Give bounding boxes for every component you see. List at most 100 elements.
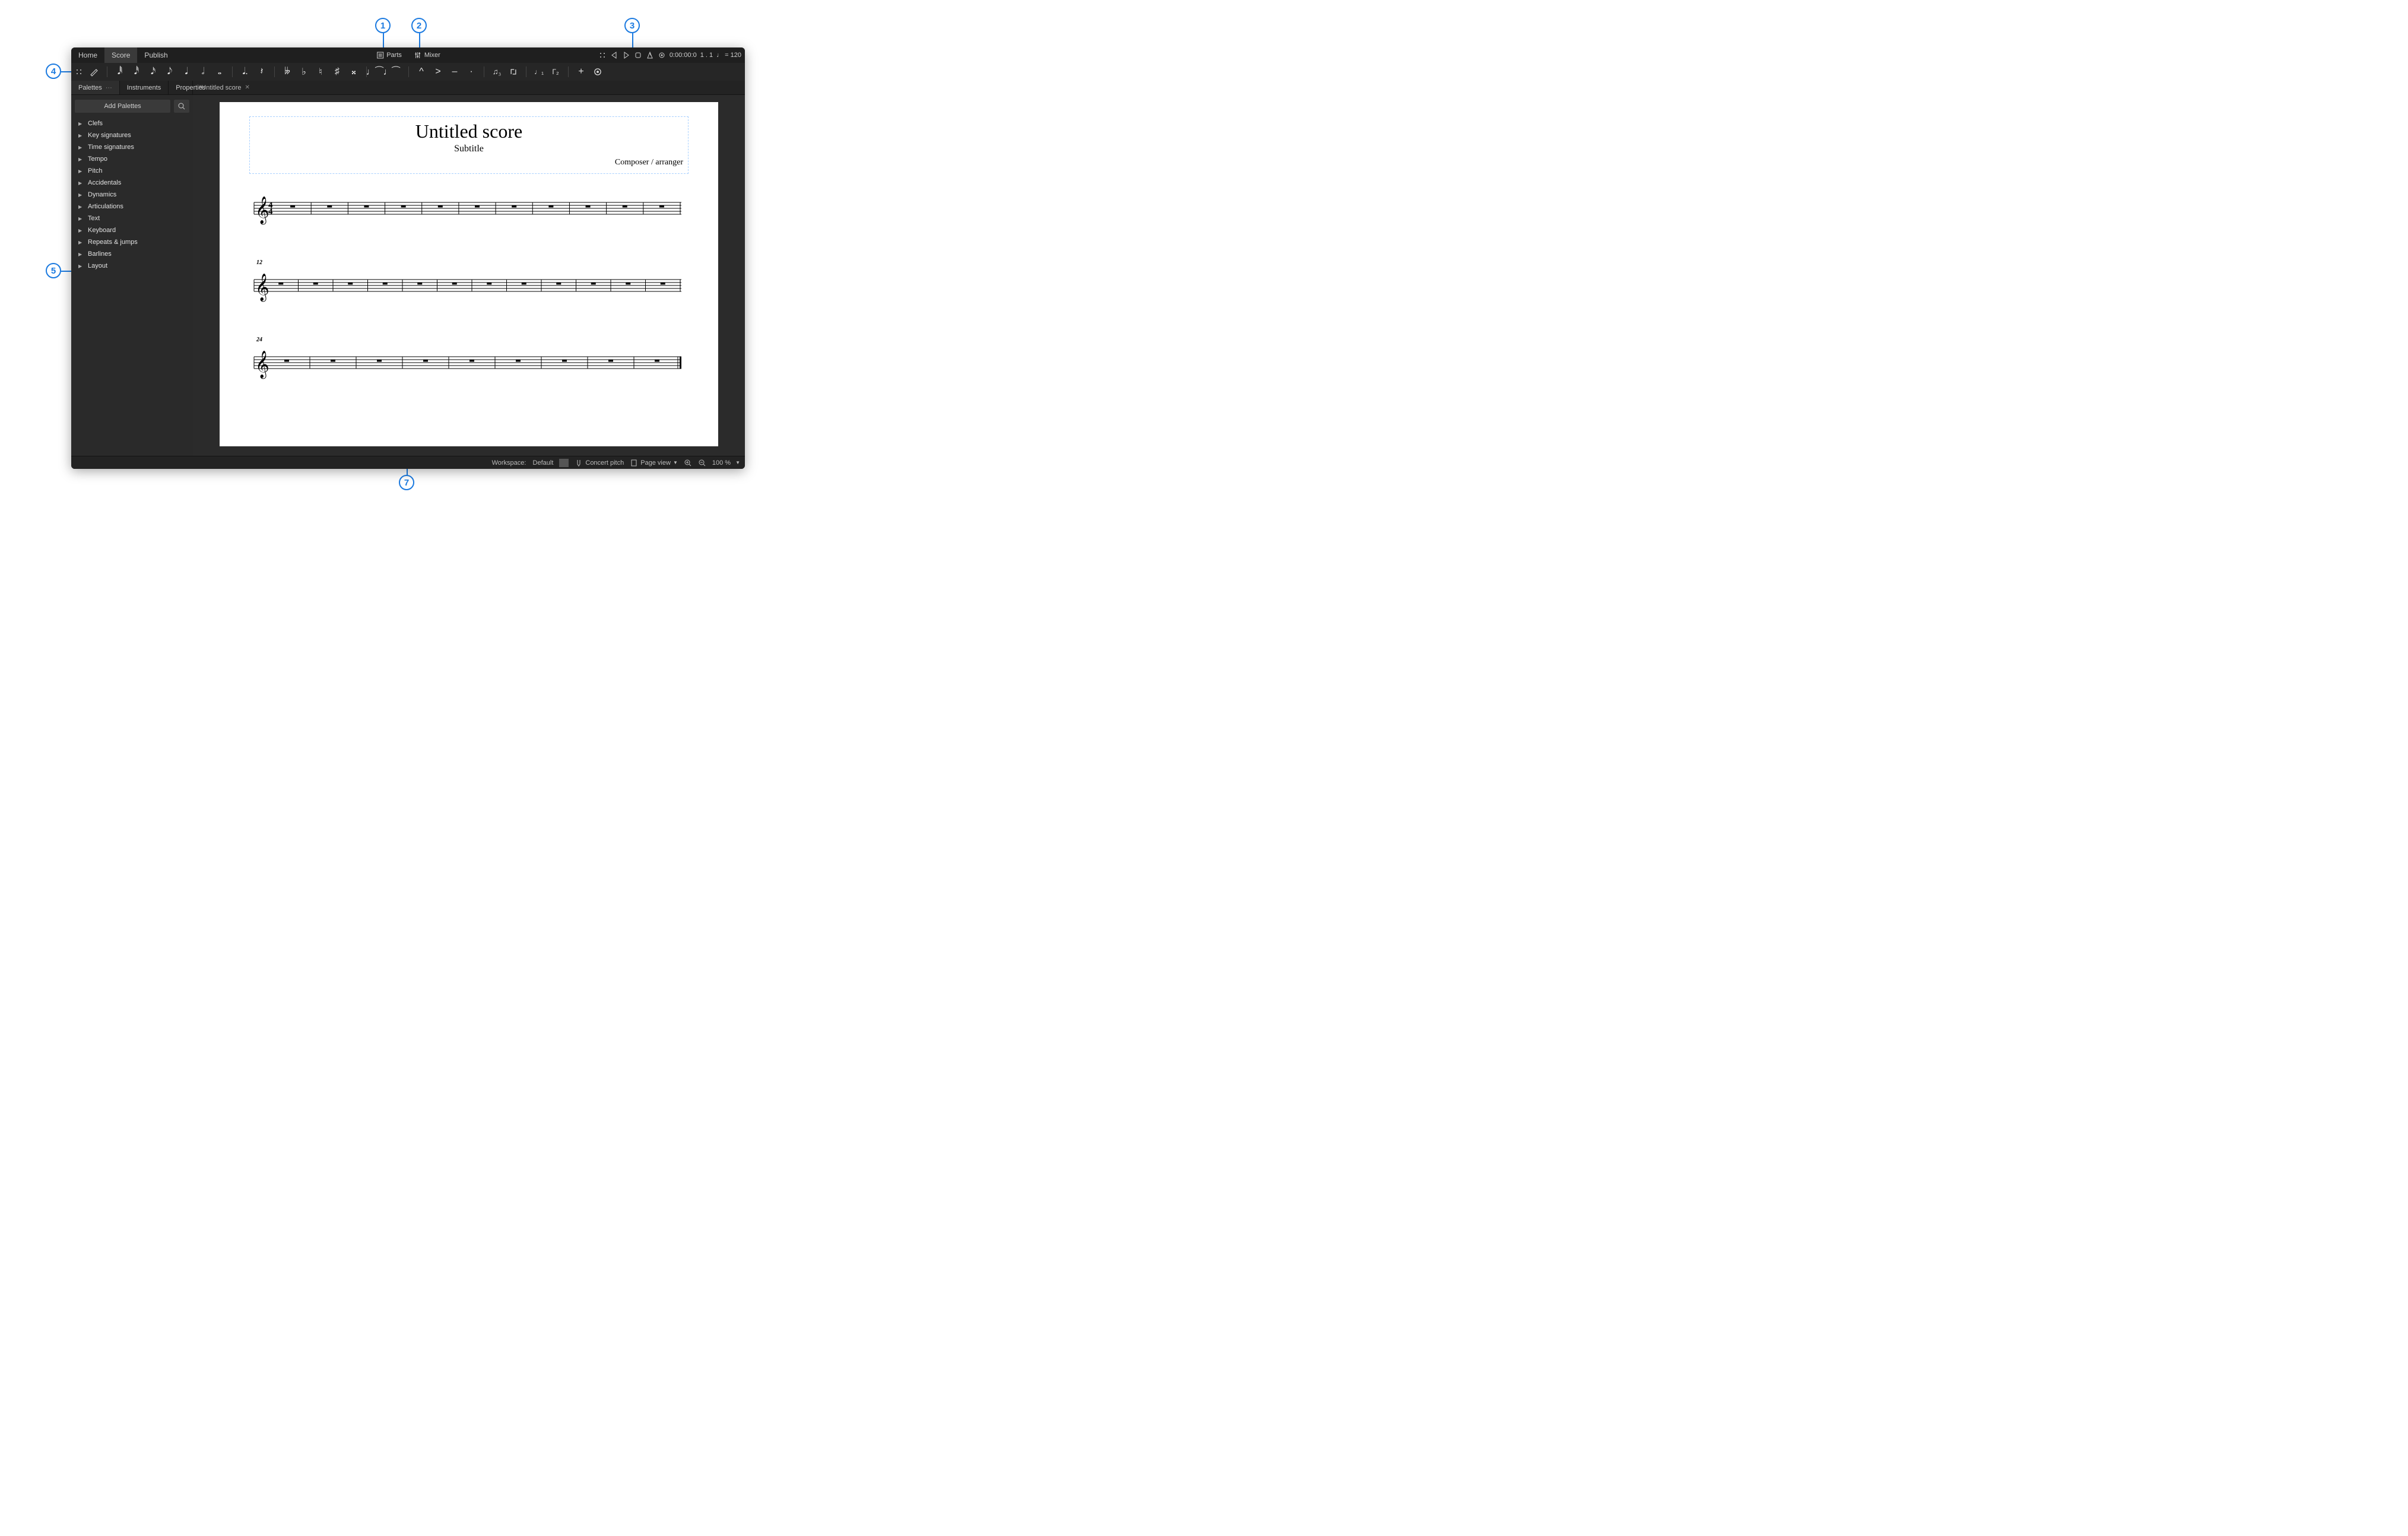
page-view-selector[interactable]: Page view ▼ bbox=[630, 459, 678, 467]
palette-item[interactable]: ▶Tempo bbox=[75, 153, 189, 165]
staff-system[interactable]: 12𝄞 bbox=[249, 268, 689, 303]
tenuto-icon[interactable]: – bbox=[449, 66, 460, 77]
palette-item-label: Key signatures bbox=[88, 132, 131, 139]
settings-icon[interactable] bbox=[658, 51, 666, 59]
chevron-right-icon: ▶ bbox=[78, 252, 83, 257]
palette-item[interactable]: ▶Repeats & jumps bbox=[75, 236, 189, 248]
palette-item[interactable]: ▶Layout bbox=[75, 260, 189, 272]
tab-score[interactable]: Score bbox=[104, 47, 137, 63]
callout-7: 7 bbox=[399, 475, 414, 490]
palette-item-label: Time signatures bbox=[88, 144, 134, 151]
palette-item[interactable]: ▶Keyboard bbox=[75, 224, 189, 236]
note-quarter-icon[interactable]: 𝅘𝅥 bbox=[181, 66, 192, 77]
chevron-right-icon: ▶ bbox=[78, 180, 83, 186]
gear-icon[interactable] bbox=[592, 66, 603, 77]
sharp-icon[interactable]: ♯ bbox=[332, 66, 342, 77]
note-8th-icon[interactable]: 𝅘𝅥𝅮 bbox=[164, 66, 175, 77]
note-32nd-icon[interactable]: 𝅘𝅥𝅰 bbox=[131, 66, 142, 77]
note-half-icon[interactable]: 𝅗𝅥 bbox=[198, 66, 208, 77]
app-window: Home Score Publish Parts Mixer bbox=[71, 47, 745, 469]
score-subtitle[interactable]: Subtitle bbox=[255, 144, 683, 154]
svg-text:𝄞: 𝄞 bbox=[255, 196, 269, 225]
concert-pitch-toggle[interactable]: Concert pitch bbox=[575, 459, 624, 467]
playback-toolbar: 0:00:00:0 1 . 1 ♩ = 120 bbox=[598, 47, 741, 63]
zoom-in-icon[interactable] bbox=[684, 459, 692, 467]
flat-icon[interactable]: ♭ bbox=[299, 66, 309, 77]
add-icon[interactable]: + bbox=[576, 66, 586, 77]
palette-item-label: Articulations bbox=[88, 203, 123, 210]
accent-icon[interactable]: > bbox=[433, 66, 443, 77]
metronome-icon[interactable] bbox=[646, 51, 654, 59]
palette-item[interactable]: ▶Time signatures bbox=[75, 141, 189, 153]
palette-item[interactable]: ▶Dynamics bbox=[75, 189, 189, 201]
palette-item[interactable]: ▶Articulations bbox=[75, 201, 189, 212]
play-icon[interactable] bbox=[622, 51, 630, 59]
mixer-label: Mixer bbox=[424, 52, 440, 59]
flip-icon[interactable] bbox=[508, 66, 519, 77]
document-tab-label: *Untitled score bbox=[199, 84, 242, 91]
palette-item-label: Keyboard bbox=[88, 227, 116, 234]
palette-item-label: Pitch bbox=[88, 167, 102, 174]
tie-icon[interactable]: ♩⁀♩ bbox=[374, 66, 385, 77]
panel-tab-palettes[interactable]: Palettes··· bbox=[71, 81, 120, 94]
loop-icon[interactable] bbox=[634, 51, 642, 59]
color-swatch[interactable] bbox=[559, 459, 569, 467]
tuning-fork-icon bbox=[575, 459, 583, 467]
palette-item-label: Repeats & jumps bbox=[88, 239, 138, 246]
score-title[interactable]: Untitled score bbox=[255, 120, 683, 142]
callout-2: 2 bbox=[411, 18, 427, 33]
double-sharp-icon[interactable]: 𝄪 bbox=[348, 66, 359, 77]
marcato-icon[interactable]: ^ bbox=[416, 66, 427, 77]
search-button[interactable] bbox=[174, 100, 189, 113]
score-composer[interactable]: Composer / arranger bbox=[255, 158, 683, 167]
note-16th-icon[interactable]: 𝅘𝅥𝅯 bbox=[148, 66, 158, 77]
grip-icon[interactable] bbox=[598, 51, 607, 59]
palette-item[interactable]: ▶Key signatures bbox=[75, 129, 189, 141]
natural-icon[interactable]: ♮ bbox=[315, 66, 326, 77]
palette-item[interactable]: ▶Clefs bbox=[75, 118, 189, 129]
chevron-right-icon: ▶ bbox=[78, 216, 83, 221]
palette-item[interactable]: ▶Pitch bbox=[75, 165, 189, 177]
title-frame[interactable]: Untitled score Subtitle Composer / arran… bbox=[249, 116, 689, 174]
score-canvas[interactable]: Untitled score Subtitle Composer / arran… bbox=[193, 95, 745, 456]
parts-button[interactable]: Parts bbox=[371, 49, 407, 61]
tab-publish[interactable]: Publish bbox=[137, 47, 175, 63]
staccato-icon[interactable]: · bbox=[466, 66, 477, 77]
note-64th-icon[interactable]: 𝅘𝅥𝅱 bbox=[115, 66, 125, 77]
chevron-right-icon: ▶ bbox=[78, 192, 83, 198]
double-flat-icon[interactable]: 𝄫 bbox=[282, 66, 293, 77]
rest-icon[interactable]: 𝄽 bbox=[256, 66, 267, 77]
dot-icon[interactable]: 𝅘𝅥. bbox=[240, 66, 250, 77]
callout-1: 1 bbox=[375, 18, 391, 33]
add-palettes-button[interactable]: Add Palettes bbox=[75, 100, 170, 113]
tuplet-icon[interactable]: ♫₃ bbox=[491, 66, 502, 77]
palette-item[interactable]: ▶ Text bbox=[75, 212, 189, 224]
palette-item[interactable]: ▶Accidentals bbox=[75, 177, 189, 189]
score-page: Untitled score Subtitle Composer / arran… bbox=[220, 102, 718, 446]
palette-item-label: Text bbox=[88, 215, 100, 222]
staff-system[interactable]: 𝄞44 bbox=[249, 191, 689, 226]
callout-5: 5 bbox=[46, 263, 61, 278]
mixer-button[interactable]: Mixer bbox=[409, 49, 445, 61]
rewind-icon[interactable] bbox=[610, 51, 618, 59]
voice-2-icon[interactable]: Γ₂ bbox=[550, 66, 561, 77]
zoom-out-icon[interactable] bbox=[698, 459, 706, 467]
note-whole-icon[interactable]: 𝅝 bbox=[214, 66, 225, 77]
slur-icon[interactable]: ⁀ bbox=[391, 66, 401, 77]
tempo-value[interactable]: 120 bbox=[731, 52, 741, 59]
workspace-selector[interactable]: Workspace: Default bbox=[492, 459, 554, 466]
chevron-right-icon: ▶ bbox=[78, 121, 83, 126]
panel-tab-instruments[interactable]: Instruments bbox=[120, 81, 169, 94]
voice-1-icon[interactable]: ♩₁ bbox=[534, 66, 544, 77]
tab-home[interactable]: Home bbox=[71, 47, 104, 63]
zoom-value[interactable]: 100 % ▼ bbox=[712, 459, 740, 466]
parts-icon bbox=[376, 51, 384, 59]
document-tab[interactable]: *Untitled score ✕ bbox=[193, 81, 256, 94]
close-icon[interactable]: ✕ bbox=[245, 84, 250, 91]
grip-icon[interactable] bbox=[75, 68, 83, 76]
panel-tab-row: Palettes··· Instruments Properties *Unti… bbox=[71, 81, 745, 95]
tempo-prefix: ♩ = bbox=[716, 52, 731, 59]
palette-item[interactable]: ▶Barlines bbox=[75, 248, 189, 260]
staff-system[interactable]: 24𝄞 bbox=[249, 345, 689, 380]
pencil-note-input-icon[interactable] bbox=[89, 66, 100, 77]
